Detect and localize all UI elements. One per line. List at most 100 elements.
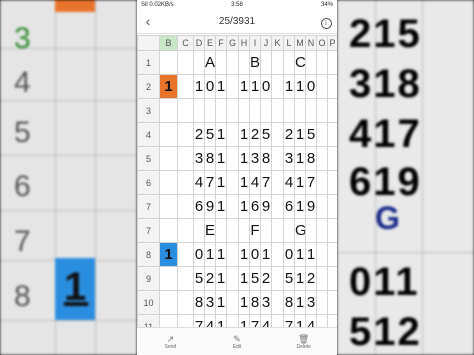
sheet-cell[interactable] — [294, 98, 306, 123]
sheet-cell[interactable] — [193, 98, 205, 123]
sheet-cell[interactable] — [316, 74, 328, 99]
column-header[interactable]: D — [193, 35, 205, 51]
sheet-cell[interactable]: 1 — [294, 266, 306, 291]
sheet-cell[interactable]: 4 — [283, 170, 295, 195]
sheet-cell[interactable] — [316, 146, 328, 171]
sheet-cell[interactable]: 2 — [283, 122, 295, 147]
sheet-cell[interactable]: 0 — [283, 242, 295, 267]
sheet-cell[interactable]: 5 — [283, 266, 295, 291]
sheet-cell[interactable] — [177, 194, 194, 219]
sheet-cell[interactable] — [271, 98, 284, 123]
sheet-cell[interactable] — [159, 50, 178, 75]
sheet-cell[interactable] — [177, 74, 194, 99]
sheet-cell[interactable] — [271, 146, 284, 171]
sheet-cell[interactable]: 1 — [249, 74, 261, 99]
column-header[interactable] — [137, 35, 160, 51]
sheet-cell[interactable] — [177, 98, 194, 123]
sheet-cell[interactable]: 1 — [215, 146, 227, 171]
sheet-cell[interactable]: 1 — [215, 266, 227, 291]
sheet-cell[interactable] — [271, 74, 284, 99]
sheet-cell[interactable] — [215, 218, 227, 243]
sheet-cell[interactable]: 5 — [249, 266, 261, 291]
sheet-cell[interactable]: 1 — [193, 74, 205, 99]
sheet-cell[interactable] — [159, 170, 178, 195]
sheet-cell[interactable] — [226, 122, 239, 147]
column-header[interactable]: B — [159, 35, 178, 51]
sheet-cell[interactable] — [271, 170, 284, 195]
sheet-cell[interactable] — [316, 242, 328, 267]
sheet-cell[interactable]: 5 — [193, 266, 205, 291]
sheet-cell[interactable]: 3 — [249, 146, 261, 171]
info-button[interactable]: i — [315, 12, 337, 30]
sheet-cell[interactable]: 7 — [260, 170, 272, 195]
sheet-cell[interactable]: 2 — [193, 122, 205, 147]
back-arrow-icon[interactable]: ‹ — [137, 13, 159, 29]
sheet-cell[interactable] — [316, 122, 328, 147]
sheet-cell[interactable]: 1 — [238, 266, 250, 291]
column-header[interactable]: G — [226, 35, 239, 51]
sheet-cell[interactable] — [159, 122, 178, 147]
sheet-cell[interactable] — [316, 194, 328, 219]
sheet-cell[interactable] — [159, 98, 178, 123]
sheet-cell[interactable]: 2 — [249, 122, 261, 147]
sheet-cell[interactable] — [271, 266, 284, 291]
sheet-cell[interactable]: 3 — [193, 146, 205, 171]
sheet-cell[interactable] — [177, 218, 194, 243]
sheet-cell[interactable]: 4 — [249, 170, 261, 195]
column-header[interactable]: H — [238, 35, 250, 51]
sheet-cell[interactable] — [327, 146, 337, 171]
sheet-cell[interactable] — [327, 50, 337, 75]
sheet-cell[interactable] — [327, 98, 337, 123]
sheet-cell[interactable]: 1 — [283, 74, 295, 99]
sheet-cell[interactable] — [159, 218, 178, 243]
row-header[interactable]: 7 — [137, 194, 160, 219]
sheet-cell[interactable]: 8 — [249, 290, 261, 315]
sheet-cell[interactable]: 4 — [193, 170, 205, 195]
sheet-cell[interactable] — [177, 242, 194, 267]
sheet-cell[interactable] — [177, 146, 194, 171]
sheet-cell[interactable] — [316, 266, 328, 291]
sheet-cell[interactable]: 9 — [260, 194, 272, 219]
sheet-cell[interactable]: 0 — [204, 74, 216, 99]
sheet-cell[interactable] — [305, 98, 317, 123]
sheet-cell[interactable]: 9 — [204, 194, 216, 219]
sheet-cell[interactable] — [159, 266, 178, 291]
row-header[interactable]: 6 — [137, 170, 160, 195]
sheet-cell[interactable]: 1 — [215, 194, 227, 219]
sheet-cell[interactable]: 1 — [238, 242, 250, 267]
sheet-cell[interactable]: 3 — [283, 146, 295, 171]
row-header[interactable]: 10 — [137, 290, 160, 315]
sheet-cell[interactable]: 1 — [238, 74, 250, 99]
sheet-cell[interactable]: 1 — [238, 146, 250, 171]
sheet-cell[interactable] — [215, 98, 227, 123]
sheet-cell[interactable] — [177, 50, 194, 75]
sheet-cell[interactable]: E — [204, 218, 216, 243]
delete-button[interactable]: 🗑 Delete — [270, 328, 337, 355]
sheet-cell[interactable] — [271, 122, 284, 147]
sheet-cell[interactable]: 1 — [238, 170, 250, 195]
sheet-cell[interactable]: 3 — [260, 290, 272, 315]
sheet-cell[interactable]: 1 — [238, 194, 250, 219]
sheet-cell[interactable]: 2 — [260, 266, 272, 291]
sheet-cell[interactable]: 5 — [204, 122, 216, 147]
sheet-cell[interactable] — [316, 290, 328, 315]
sheet-cell[interactable] — [316, 170, 328, 195]
sheet-cell[interactable] — [215, 50, 227, 75]
column-header[interactable]: J — [260, 35, 272, 51]
edit-button[interactable]: ✎ Edit — [204, 328, 271, 355]
sheet-cell[interactable]: 1 — [294, 194, 306, 219]
sheet-cell[interactable]: 1 — [294, 242, 306, 267]
sheet-cell[interactable]: 5 — [305, 122, 317, 147]
sheet-cell[interactable] — [226, 218, 239, 243]
sheet-cell[interactable]: 0 — [260, 74, 272, 99]
sheet-cell[interactable] — [226, 170, 239, 195]
sheet-cell[interactable] — [204, 98, 216, 123]
sheet-cell[interactable] — [159, 290, 178, 315]
sheet-cell[interactable] — [238, 50, 250, 75]
row-header[interactable]: 1 — [137, 50, 160, 75]
sheet-cell[interactable]: F — [249, 218, 261, 243]
sheet-cell[interactable]: 0 — [305, 74, 317, 99]
column-header[interactable]: C — [177, 35, 194, 51]
sheet-cell[interactable] — [238, 98, 250, 123]
sheet-cell[interactable]: 8 — [283, 290, 295, 315]
